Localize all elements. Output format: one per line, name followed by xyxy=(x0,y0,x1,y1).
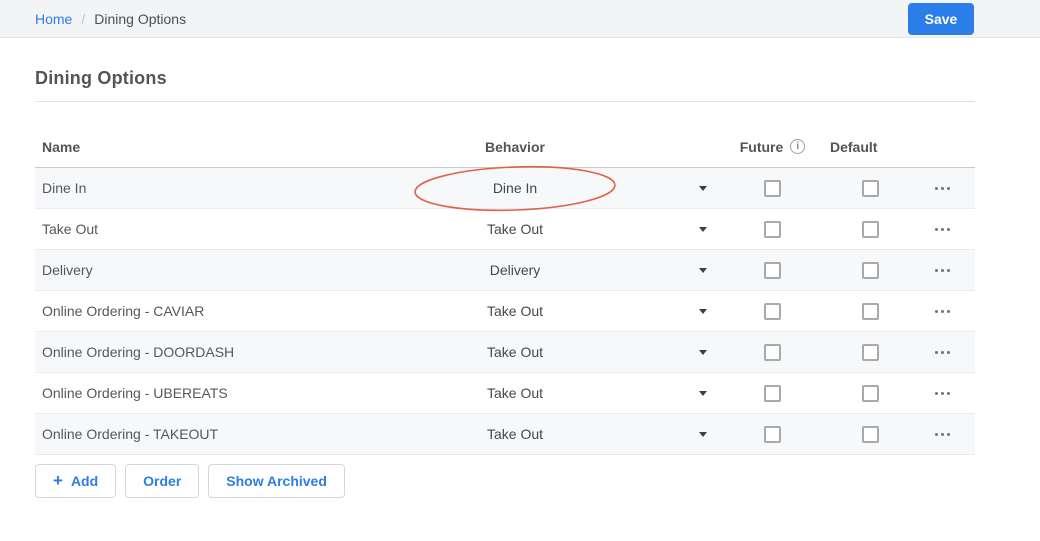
behavior-select[interactable]: Take Out xyxy=(315,373,715,413)
behavior-value: Take Out xyxy=(487,426,543,442)
future-checkbox[interactable] xyxy=(764,385,781,402)
column-header-future-label: Future xyxy=(740,139,784,155)
row-actions-ellipsis-icon[interactable] xyxy=(931,306,954,317)
future-checkbox[interactable] xyxy=(764,344,781,361)
column-header-future: Future i xyxy=(715,139,830,155)
table-row: Online Ordering - CAVIAR Take Out xyxy=(35,291,975,332)
behavior-value: Delivery xyxy=(490,262,541,278)
chevron-down-icon xyxy=(699,309,707,314)
default-checkbox[interactable] xyxy=(862,262,879,279)
future-checkbox[interactable] xyxy=(764,262,781,279)
chevron-down-icon xyxy=(699,268,707,273)
breadcrumb-current: Dining Options xyxy=(94,11,186,27)
row-name: Dine In xyxy=(35,180,315,196)
row-actions-ellipsis-icon[interactable] xyxy=(931,347,954,358)
chevron-down-icon xyxy=(699,350,707,355)
info-icon[interactable]: i xyxy=(790,139,805,154)
page-title: Dining Options xyxy=(35,68,975,102)
behavior-value: Dine In xyxy=(493,180,537,196)
row-name: Delivery xyxy=(35,262,315,278)
behavior-select[interactable]: Take Out xyxy=(315,414,715,454)
order-button[interactable]: Order xyxy=(125,464,199,498)
page-content: Dining Options Name Behavior Future i De… xyxy=(35,68,975,498)
future-checkbox[interactable] xyxy=(764,221,781,238)
behavior-select[interactable]: Dine In xyxy=(315,168,715,208)
breadcrumb-home-link[interactable]: Home xyxy=(35,11,72,27)
table-row: Dine In Dine In xyxy=(35,168,975,209)
row-name: Online Ordering - UBEREATS xyxy=(35,385,315,401)
future-checkbox[interactable] xyxy=(764,180,781,197)
row-actions-ellipsis-icon[interactable] xyxy=(931,265,954,276)
chevron-down-icon xyxy=(699,391,707,396)
future-checkbox[interactable] xyxy=(764,303,781,320)
breadcrumb-separator: / xyxy=(81,11,85,27)
row-name: Online Ordering - DOORDASH xyxy=(35,344,315,360)
row-name: Online Ordering - TAKEOUT xyxy=(35,426,315,442)
default-checkbox[interactable] xyxy=(862,344,879,361)
table-row: Online Ordering - TAKEOUT Take Out xyxy=(35,414,975,455)
chevron-down-icon xyxy=(699,432,707,437)
row-name: Take Out xyxy=(35,221,315,237)
default-checkbox[interactable] xyxy=(862,221,879,238)
top-bar: Home / Dining Options Save xyxy=(0,0,1040,38)
table-header-row: Name Behavior Future i Default xyxy=(35,126,975,168)
future-checkbox[interactable] xyxy=(764,426,781,443)
row-actions-ellipsis-icon[interactable] xyxy=(931,183,954,194)
add-button-label: Add xyxy=(71,473,98,489)
table-row: Take Out Take Out xyxy=(35,209,975,250)
behavior-select[interactable]: Delivery xyxy=(315,250,715,290)
table-row: Online Ordering - DOORDASH Take Out xyxy=(35,332,975,373)
row-actions-ellipsis-icon[interactable] xyxy=(931,224,954,235)
behavior-value: Take Out xyxy=(487,385,543,401)
chevron-down-icon xyxy=(699,227,707,232)
behavior-select[interactable]: Take Out xyxy=(315,291,715,331)
add-button[interactable]: + Add xyxy=(35,464,116,498)
default-checkbox[interactable] xyxy=(862,303,879,320)
column-header-name: Name xyxy=(35,139,315,155)
row-actions-ellipsis-icon[interactable] xyxy=(931,429,954,440)
show-archived-button[interactable]: Show Archived xyxy=(208,464,345,498)
save-button[interactable]: Save xyxy=(908,3,974,35)
column-header-default: Default xyxy=(830,139,910,155)
default-checkbox[interactable] xyxy=(862,426,879,443)
table-footer: + Add Order Show Archived xyxy=(35,464,975,498)
chevron-down-icon xyxy=(699,186,707,191)
behavior-value: Take Out xyxy=(487,344,543,360)
row-actions-ellipsis-icon[interactable] xyxy=(931,388,954,399)
table-row: Delivery Delivery xyxy=(35,250,975,291)
behavior-select[interactable]: Take Out xyxy=(315,209,715,249)
default-checkbox[interactable] xyxy=(862,180,879,197)
behavior-value: Take Out xyxy=(487,303,543,319)
behavior-select[interactable]: Take Out xyxy=(315,332,715,372)
breadcrumb: Home / Dining Options xyxy=(35,11,186,27)
behavior-value: Take Out xyxy=(487,221,543,237)
default-checkbox[interactable] xyxy=(862,385,879,402)
column-header-behavior: Behavior xyxy=(315,139,715,155)
plus-icon: + xyxy=(53,472,63,489)
row-name: Online Ordering - CAVIAR xyxy=(35,303,315,319)
table-row: Online Ordering - UBEREATS Take Out xyxy=(35,373,975,414)
